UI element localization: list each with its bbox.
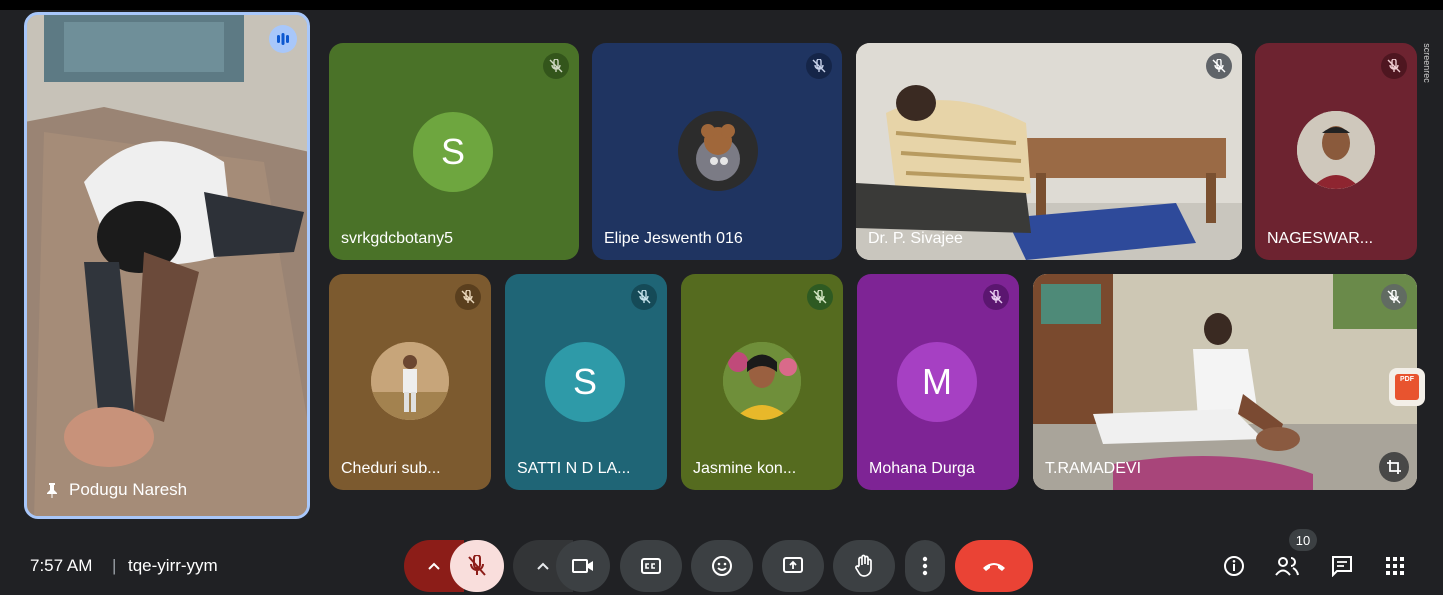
participant-name: svrkgdcbotany5 [341, 230, 454, 247]
call-end-icon [983, 563, 1005, 571]
mic-off-icon [989, 290, 1003, 304]
tile-pinned-podugu-naresh[interactable]: Podugu Naresh [24, 12, 310, 519]
mic-off-icon [813, 290, 827, 304]
participant-name: Jasmine kon... [693, 460, 797, 477]
tile-jasmine[interactable]: Jasmine kon... [681, 274, 843, 490]
tile-nageswar[interactable]: NAGESWAR... [1255, 43, 1417, 260]
captions-button[interactable] [620, 540, 682, 592]
meeting-code: tqe-yirr-yym [128, 556, 218, 575]
present-button[interactable] [762, 540, 824, 592]
tile-elipe-jeswenth[interactable]: Elipe Jeswenth 016 [592, 43, 842, 260]
people-button[interactable] [1270, 549, 1304, 583]
present-screen-icon [783, 557, 803, 573]
more-options-button[interactable] [905, 540, 945, 592]
raise-hand-button[interactable] [833, 540, 895, 592]
screenrec-watermark: screenrec [1422, 43, 1433, 83]
mic-off-icon [1387, 290, 1401, 304]
tile-mohana-durga[interactable]: M Mohana Durga [857, 274, 1019, 490]
apps-grid-icon [1386, 557, 1404, 575]
mic-off-icon [468, 555, 486, 576]
pin-icon[interactable] [45, 482, 59, 498]
participant-name: SATTI N D LA... [517, 460, 631, 477]
mic-toggle-button[interactable] [450, 540, 504, 592]
closed-caption-icon [641, 558, 661, 574]
avatar [678, 111, 758, 191]
crop-icon [1387, 460, 1401, 474]
chat-button[interactable] [1325, 549, 1359, 583]
crop-button[interactable] [1379, 452, 1409, 482]
clock-time: 7:57 AM [30, 556, 93, 575]
speaking-indicator [269, 25, 297, 53]
tile-dr-p-sivajee[interactable]: Dr. P. Sivajee [856, 43, 1242, 260]
participant-name: Podugu Naresh [69, 480, 188, 499]
tile-cheduri[interactable]: Cheduri sub... [329, 274, 491, 490]
mic-muted-badge [455, 284, 481, 310]
emoji-icon [712, 556, 732, 576]
chevron-up-icon [428, 562, 440, 570]
mic-muted-badge [806, 53, 832, 79]
pinned-video-feed [27, 15, 307, 516]
participant-name: Dr. P. Sivajee [868, 230, 963, 247]
chat-icon [1332, 556, 1352, 577]
avatar-image [1297, 111, 1375, 189]
pdf-app-badge[interactable]: PDF [1389, 368, 1425, 406]
mic-muted-badge [1206, 53, 1232, 79]
avatar-image [696, 124, 740, 181]
people-count-badge: 10 [1289, 529, 1317, 551]
pinned-name-label: Podugu Naresh [45, 480, 187, 500]
participant-name: Mohana Durga [869, 460, 975, 477]
mic-muted-badge [1381, 53, 1407, 79]
videocam-icon [572, 559, 593, 573]
mic-muted-badge [807, 284, 833, 310]
more-vert-icon [922, 556, 928, 576]
mic-off-icon [637, 290, 651, 304]
participant-name: NAGESWAR... [1267, 230, 1374, 247]
avatar-image [371, 342, 449, 420]
tile-satti[interactable]: S SATTI N D LA... [505, 274, 667, 490]
meeting-details-button[interactable] [1217, 549, 1251, 583]
participant-name: Elipe Jeswenth 016 [604, 230, 743, 247]
avatar [371, 342, 449, 420]
avatar: M [897, 342, 977, 422]
people-icon [1275, 557, 1299, 576]
mic-off-icon [1387, 59, 1401, 73]
raise-hand-icon [855, 554, 872, 577]
tile-t-ramadevi[interactable]: T.RAMADEVI [1033, 274, 1417, 490]
mic-muted-badge [1381, 284, 1407, 310]
chevron-up-icon [537, 562, 549, 570]
mic-off-icon [461, 290, 475, 304]
avatar [723, 342, 801, 420]
camera-toggle-button[interactable] [556, 540, 610, 592]
avatar: S [413, 112, 493, 192]
mic-off-icon [812, 59, 826, 73]
participant-video-feed [1033, 274, 1417, 490]
info-icon [1224, 556, 1244, 576]
mic-muted-badge [983, 284, 1009, 310]
mic-off-icon [1212, 59, 1226, 73]
leave-call-button[interactable] [955, 540, 1033, 592]
top-strip [0, 0, 1443, 10]
reactions-button[interactable] [691, 540, 753, 592]
participant-name: T.RAMADEVI [1045, 460, 1142, 477]
avatar-image [723, 342, 801, 420]
mic-muted-badge [543, 53, 569, 79]
participant-video-feed [856, 43, 1242, 260]
activities-button[interactable] [1378, 549, 1412, 583]
separator: | [112, 556, 117, 575]
tile-svrkgdcbotany5[interactable]: S svrkgdcbotany5 [329, 43, 579, 260]
avatar [1297, 111, 1375, 189]
audio-level-icon [277, 33, 289, 45]
mic-muted-badge [631, 284, 657, 310]
pdf-icon: PDF [1395, 374, 1419, 400]
participant-name: Cheduri sub... [341, 460, 441, 477]
avatar: S [545, 342, 625, 422]
mic-off-icon [549, 59, 563, 73]
